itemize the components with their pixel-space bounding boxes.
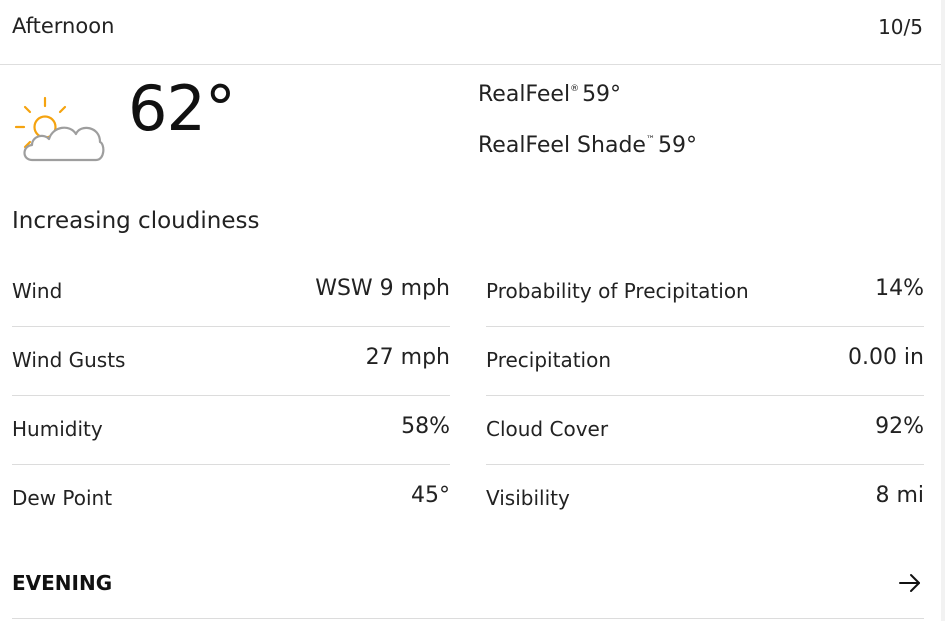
realfeel-shade-value: 59° xyxy=(657,133,697,158)
realfeel-shade: RealFeel Shade™ 59° xyxy=(478,133,697,158)
detail-row-precip-probability: Probability of Precipitation 14% xyxy=(486,258,924,327)
detail-row-visibility: Visibility 8 mi xyxy=(486,465,924,533)
forecast-panel: Afternoon 10/5 62° RealFeel® 59° RealFeel… xyxy=(0,0,942,621)
period-header: Afternoon 10/5 xyxy=(0,0,941,65)
realfeel-value: 59° xyxy=(582,82,622,107)
detail-value: WSW 9 mph xyxy=(315,276,450,301)
detail-row-wind: Wind WSW 9 mph xyxy=(12,258,450,327)
detail-value: 58% xyxy=(401,414,450,439)
scrollbar-track[interactable] xyxy=(941,0,945,621)
partly-sunny-cloud-icon xyxy=(12,94,108,166)
detail-label: Wind xyxy=(12,279,63,303)
detail-label: Probability of Precipitation xyxy=(486,279,749,303)
detail-row-precipitation: Precipitation 0.00 in xyxy=(486,327,924,396)
next-period-label: EVENING xyxy=(12,571,113,595)
realfeel-shade-label: RealFeel Shade xyxy=(478,133,646,158)
detail-label: Dew Point xyxy=(12,486,113,510)
next-period-link-evening[interactable]: EVENING xyxy=(12,548,924,619)
arrow-right-icon[interactable] xyxy=(898,572,922,594)
detail-label: Visibility xyxy=(486,486,570,510)
detail-row-wind-gusts: Wind Gusts 27 mph xyxy=(12,327,450,396)
detail-value: 45° xyxy=(411,483,450,508)
details-right-column: Probability of Precipitation 14% Precipi… xyxy=(486,258,924,533)
trademark-mark: ™ xyxy=(645,135,655,145)
detail-value: 0.00 in xyxy=(847,345,924,370)
detail-label: Wind Gusts xyxy=(12,348,126,372)
weather-phrase: Increasing cloudiness xyxy=(12,208,260,234)
details-left-column: Wind WSW 9 mph Wind Gusts 27 mph Humidit… xyxy=(12,258,450,533)
detail-row-dew-point: Dew Point 45° xyxy=(12,465,450,533)
realfeel-label: RealFeel xyxy=(478,82,571,107)
detail-label: Precipitation xyxy=(486,348,612,372)
period-date: 10/5 xyxy=(878,15,923,39)
realfeel: RealFeel® 59° xyxy=(478,82,621,107)
detail-label: Cloud Cover xyxy=(486,417,609,441)
detail-value: 14% xyxy=(875,276,924,301)
detail-row-humidity: Humidity 58% xyxy=(12,396,450,465)
detail-row-cloud-cover: Cloud Cover 92% xyxy=(486,396,924,465)
detail-value: 27 mph xyxy=(365,345,450,370)
registered-mark: ® xyxy=(570,84,580,94)
current-temperature: 62° xyxy=(128,72,236,145)
detail-value: 92% xyxy=(875,414,924,439)
detail-value: 8 mi xyxy=(875,483,924,508)
detail-label: Humidity xyxy=(12,417,103,441)
period-title: Afternoon xyxy=(12,14,115,38)
